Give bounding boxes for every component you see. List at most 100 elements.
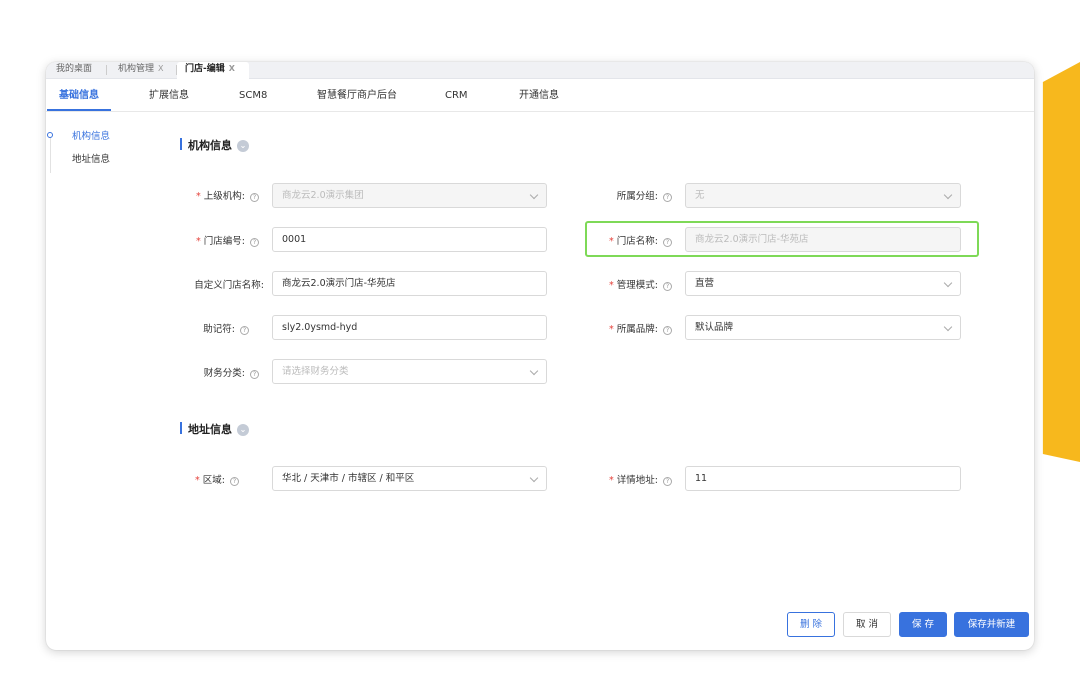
custom-name-input[interactable]: 商龙云2.0演示门店-华苑店	[272, 271, 547, 296]
field-value: 华北 / 天津市 / 市辖区 / 和平区	[282, 473, 415, 484]
page-tab-label: 门店-编辑	[185, 64, 225, 74]
tab-activation-info[interactable]: 开通信息	[519, 80, 559, 112]
help-icon[interactable]: ?	[663, 193, 672, 202]
tab-crm[interactable]: CRM	[445, 80, 468, 112]
page-tab-store-edit[interactable]: 门店-编辑 X	[177, 62, 249, 79]
collapse-icon[interactable]: ⌄	[237, 424, 249, 436]
region-cascader[interactable]: 华北 / 天津市 / 市辖区 / 和平区	[272, 466, 547, 491]
field-value: 0001	[282, 234, 307, 245]
mgmt-mode-label: * 管理模式:?	[609, 277, 672, 291]
field-value: 直营	[695, 278, 715, 289]
label-text: 门店名称:	[616, 236, 658, 247]
section-title-address: 地址信息 ⌄	[180, 421, 249, 437]
section-title-text: 地址信息	[188, 423, 232, 436]
page-tab-label: 机构管理	[118, 64, 155, 74]
label-text: 门店编号:	[203, 236, 245, 247]
label-text: 财务分类:	[203, 368, 245, 379]
label-text: 所属品牌:	[616, 324, 658, 335]
help-icon[interactable]: ?	[663, 477, 672, 486]
anchor-address-info[interactable]: 地址信息	[72, 151, 110, 165]
app-window: 我的桌面 机构管理 X 门店-编辑 X 基础信息 扩展信息 SCM8 智慧餐厅商户后…	[46, 62, 1034, 650]
close-icon[interactable]: X	[229, 64, 235, 73]
store-name-input: 商龙云2.0演示门店-华苑店	[685, 227, 961, 252]
label-text: 区域:	[202, 475, 225, 486]
address-label: * 详情地址:?	[609, 472, 672, 486]
finance-label: 财务分类:?	[204, 365, 259, 379]
section-title-text: 机构信息	[188, 139, 232, 152]
label-text: 详情地址:	[616, 475, 658, 486]
chevron-down-icon	[943, 278, 953, 288]
chevron-down-icon	[529, 366, 539, 376]
mnemonic-label: 助记符:?	[203, 321, 249, 335]
page-tab-strip: 我的桌面 机构管理 X 门店-编辑 X	[46, 62, 1034, 79]
cancel-button[interactable]: 取 消	[843, 612, 891, 637]
store-name-label: * 门店名称:?	[609, 233, 672, 247]
field-value: 无	[695, 190, 705, 201]
mnemonic-input[interactable]: sly2.0ysmd-hyd	[272, 315, 547, 340]
tab-extended-info[interactable]: 扩展信息	[149, 80, 189, 112]
custom-name-label: 自定义门店名称:	[194, 277, 264, 291]
page-tab-desktop[interactable]: 我的桌面	[48, 62, 92, 79]
chevron-down-icon	[943, 190, 953, 200]
label-text: 所属分组:	[616, 191, 658, 202]
field-value: 商龙云2.0演示集团	[282, 190, 364, 201]
brand-select[interactable]: 默认品牌	[685, 315, 961, 340]
label-text: 自定义门店名称:	[194, 280, 264, 291]
tab-divider	[106, 65, 107, 75]
help-icon[interactable]: ?	[663, 282, 672, 291]
brand-label: * 所属品牌:?	[609, 321, 672, 335]
field-value: 11	[695, 473, 708, 484]
help-icon[interactable]: ?	[230, 477, 239, 486]
help-icon[interactable]: ?	[240, 326, 249, 335]
field-value: 商龙云2.0演示门店-华苑店	[695, 234, 809, 245]
page-tab-org-management[interactable]: 机构管理 X	[110, 62, 164, 79]
group-select: 无	[685, 183, 961, 208]
store-code-input[interactable]: 0001	[272, 227, 547, 252]
chevron-down-icon	[943, 322, 953, 332]
required-mark: *	[196, 191, 201, 202]
page-tab-label: 我的桌面	[56, 64, 93, 74]
required-mark: *	[195, 475, 200, 486]
label-text: 助记符:	[203, 324, 235, 335]
anchor-active-dot	[47, 132, 53, 138]
field-value: 商龙云2.0演示门店-华苑店	[282, 278, 396, 289]
store-code-label: * 门店编号:?	[196, 233, 259, 247]
collapse-icon[interactable]: ⌄	[237, 140, 249, 152]
help-icon[interactable]: ?	[250, 238, 259, 247]
tab-basic-info[interactable]: 基础信息	[59, 80, 99, 112]
finance-select[interactable]: 请选择财务分类	[272, 359, 547, 384]
help-icon[interactable]: ?	[663, 326, 672, 335]
required-mark: *	[196, 236, 201, 247]
save-button[interactable]: 保 存	[899, 612, 947, 637]
anchor-rail	[50, 137, 51, 173]
parent-org-select: 商龙云2.0演示集团	[272, 183, 547, 208]
help-icon[interactable]: ?	[250, 193, 259, 202]
close-icon[interactable]: X	[158, 64, 163, 73]
sub-tab-bar: 基础信息 扩展信息 SCM8 智慧餐厅商户后台 CRM 开通信息	[46, 80, 1034, 112]
active-tab-indicator	[47, 109, 111, 111]
field-placeholder: 请选择财务分类	[282, 366, 349, 377]
field-value: 默认品牌	[695, 322, 734, 333]
address-input[interactable]: 11	[685, 466, 961, 491]
region-label: * 区域:?	[195, 472, 239, 486]
help-icon[interactable]: ?	[250, 370, 259, 379]
tab-scm8[interactable]: SCM8	[239, 80, 267, 112]
required-mark: *	[609, 280, 614, 291]
field-value: sly2.0ysmd-hyd	[282, 322, 358, 333]
help-icon[interactable]: ?	[663, 238, 672, 247]
label-text: 上级机构:	[203, 191, 245, 202]
label-text: 管理模式:	[616, 280, 658, 291]
group-label: 所属分组:?	[617, 188, 672, 202]
required-mark: *	[609, 324, 614, 335]
delete-button[interactable]: 删 除	[787, 612, 835, 637]
mgmt-mode-select[interactable]: 直营	[685, 271, 961, 296]
required-mark: *	[609, 475, 614, 486]
tab-smart-restaurant[interactable]: 智慧餐厅商户后台	[317, 80, 397, 112]
required-mark: *	[609, 236, 614, 247]
save-and-new-button[interactable]: 保存并新建	[954, 612, 1029, 637]
parent-org-label: * 上级机构:?	[196, 188, 259, 202]
chevron-down-icon	[529, 473, 539, 483]
chevron-down-icon	[529, 190, 539, 200]
section-title-org: 机构信息 ⌄	[180, 137, 249, 153]
anchor-org-info[interactable]: 机构信息	[72, 128, 110, 142]
